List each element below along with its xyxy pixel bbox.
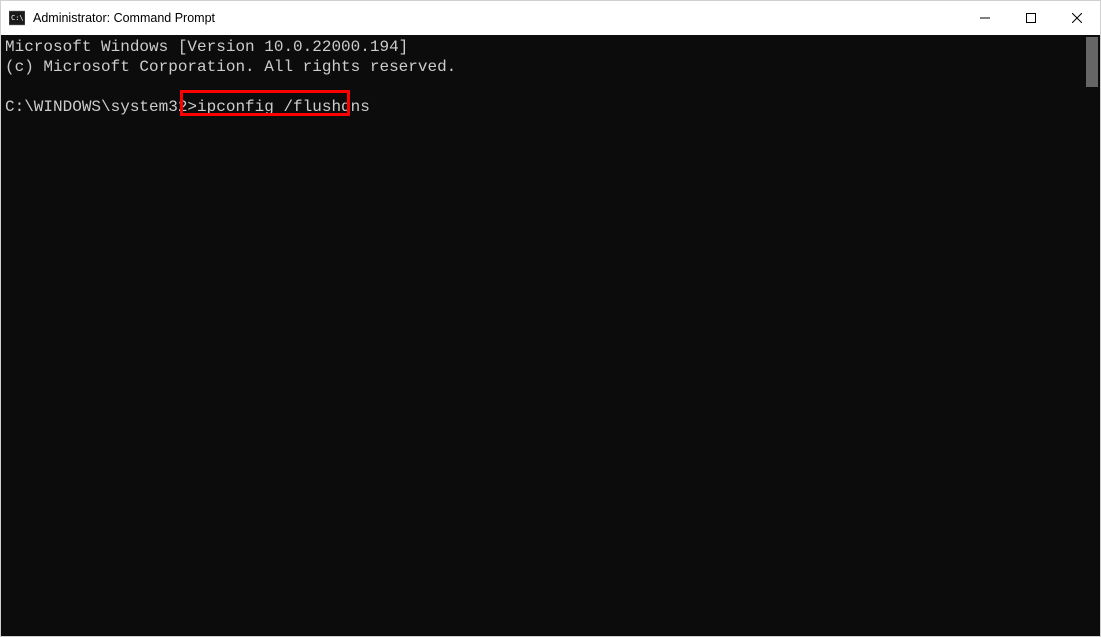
version-line: Microsoft Windows [Version 10.0.22000.19… (5, 38, 408, 56)
terminal-area[interactable]: Microsoft Windows [Version 10.0.22000.19… (1, 35, 1100, 636)
close-button[interactable] (1054, 1, 1100, 35)
typed-command: ipconfig /flushdns (197, 98, 370, 116)
window-controls (962, 1, 1100, 35)
vertical-scrollbar[interactable] (1086, 37, 1098, 87)
cmd-icon: C:\ (9, 10, 25, 26)
terminal-output: Microsoft Windows [Version 10.0.22000.19… (1, 35, 1100, 119)
minimize-button[interactable] (962, 1, 1008, 35)
copyright-line: (c) Microsoft Corporation. All rights re… (5, 58, 456, 76)
titlebar[interactable]: C:\ Administrator: Command Prompt (1, 1, 1100, 35)
svg-text:C:\: C:\ (11, 14, 24, 22)
prompt-path: C:\WINDOWS\system32> (5, 98, 197, 116)
command-prompt-window: C:\ Administrator: Command Prompt Micros… (0, 0, 1101, 637)
maximize-button[interactable] (1008, 1, 1054, 35)
window-title: Administrator: Command Prompt (33, 11, 962, 25)
